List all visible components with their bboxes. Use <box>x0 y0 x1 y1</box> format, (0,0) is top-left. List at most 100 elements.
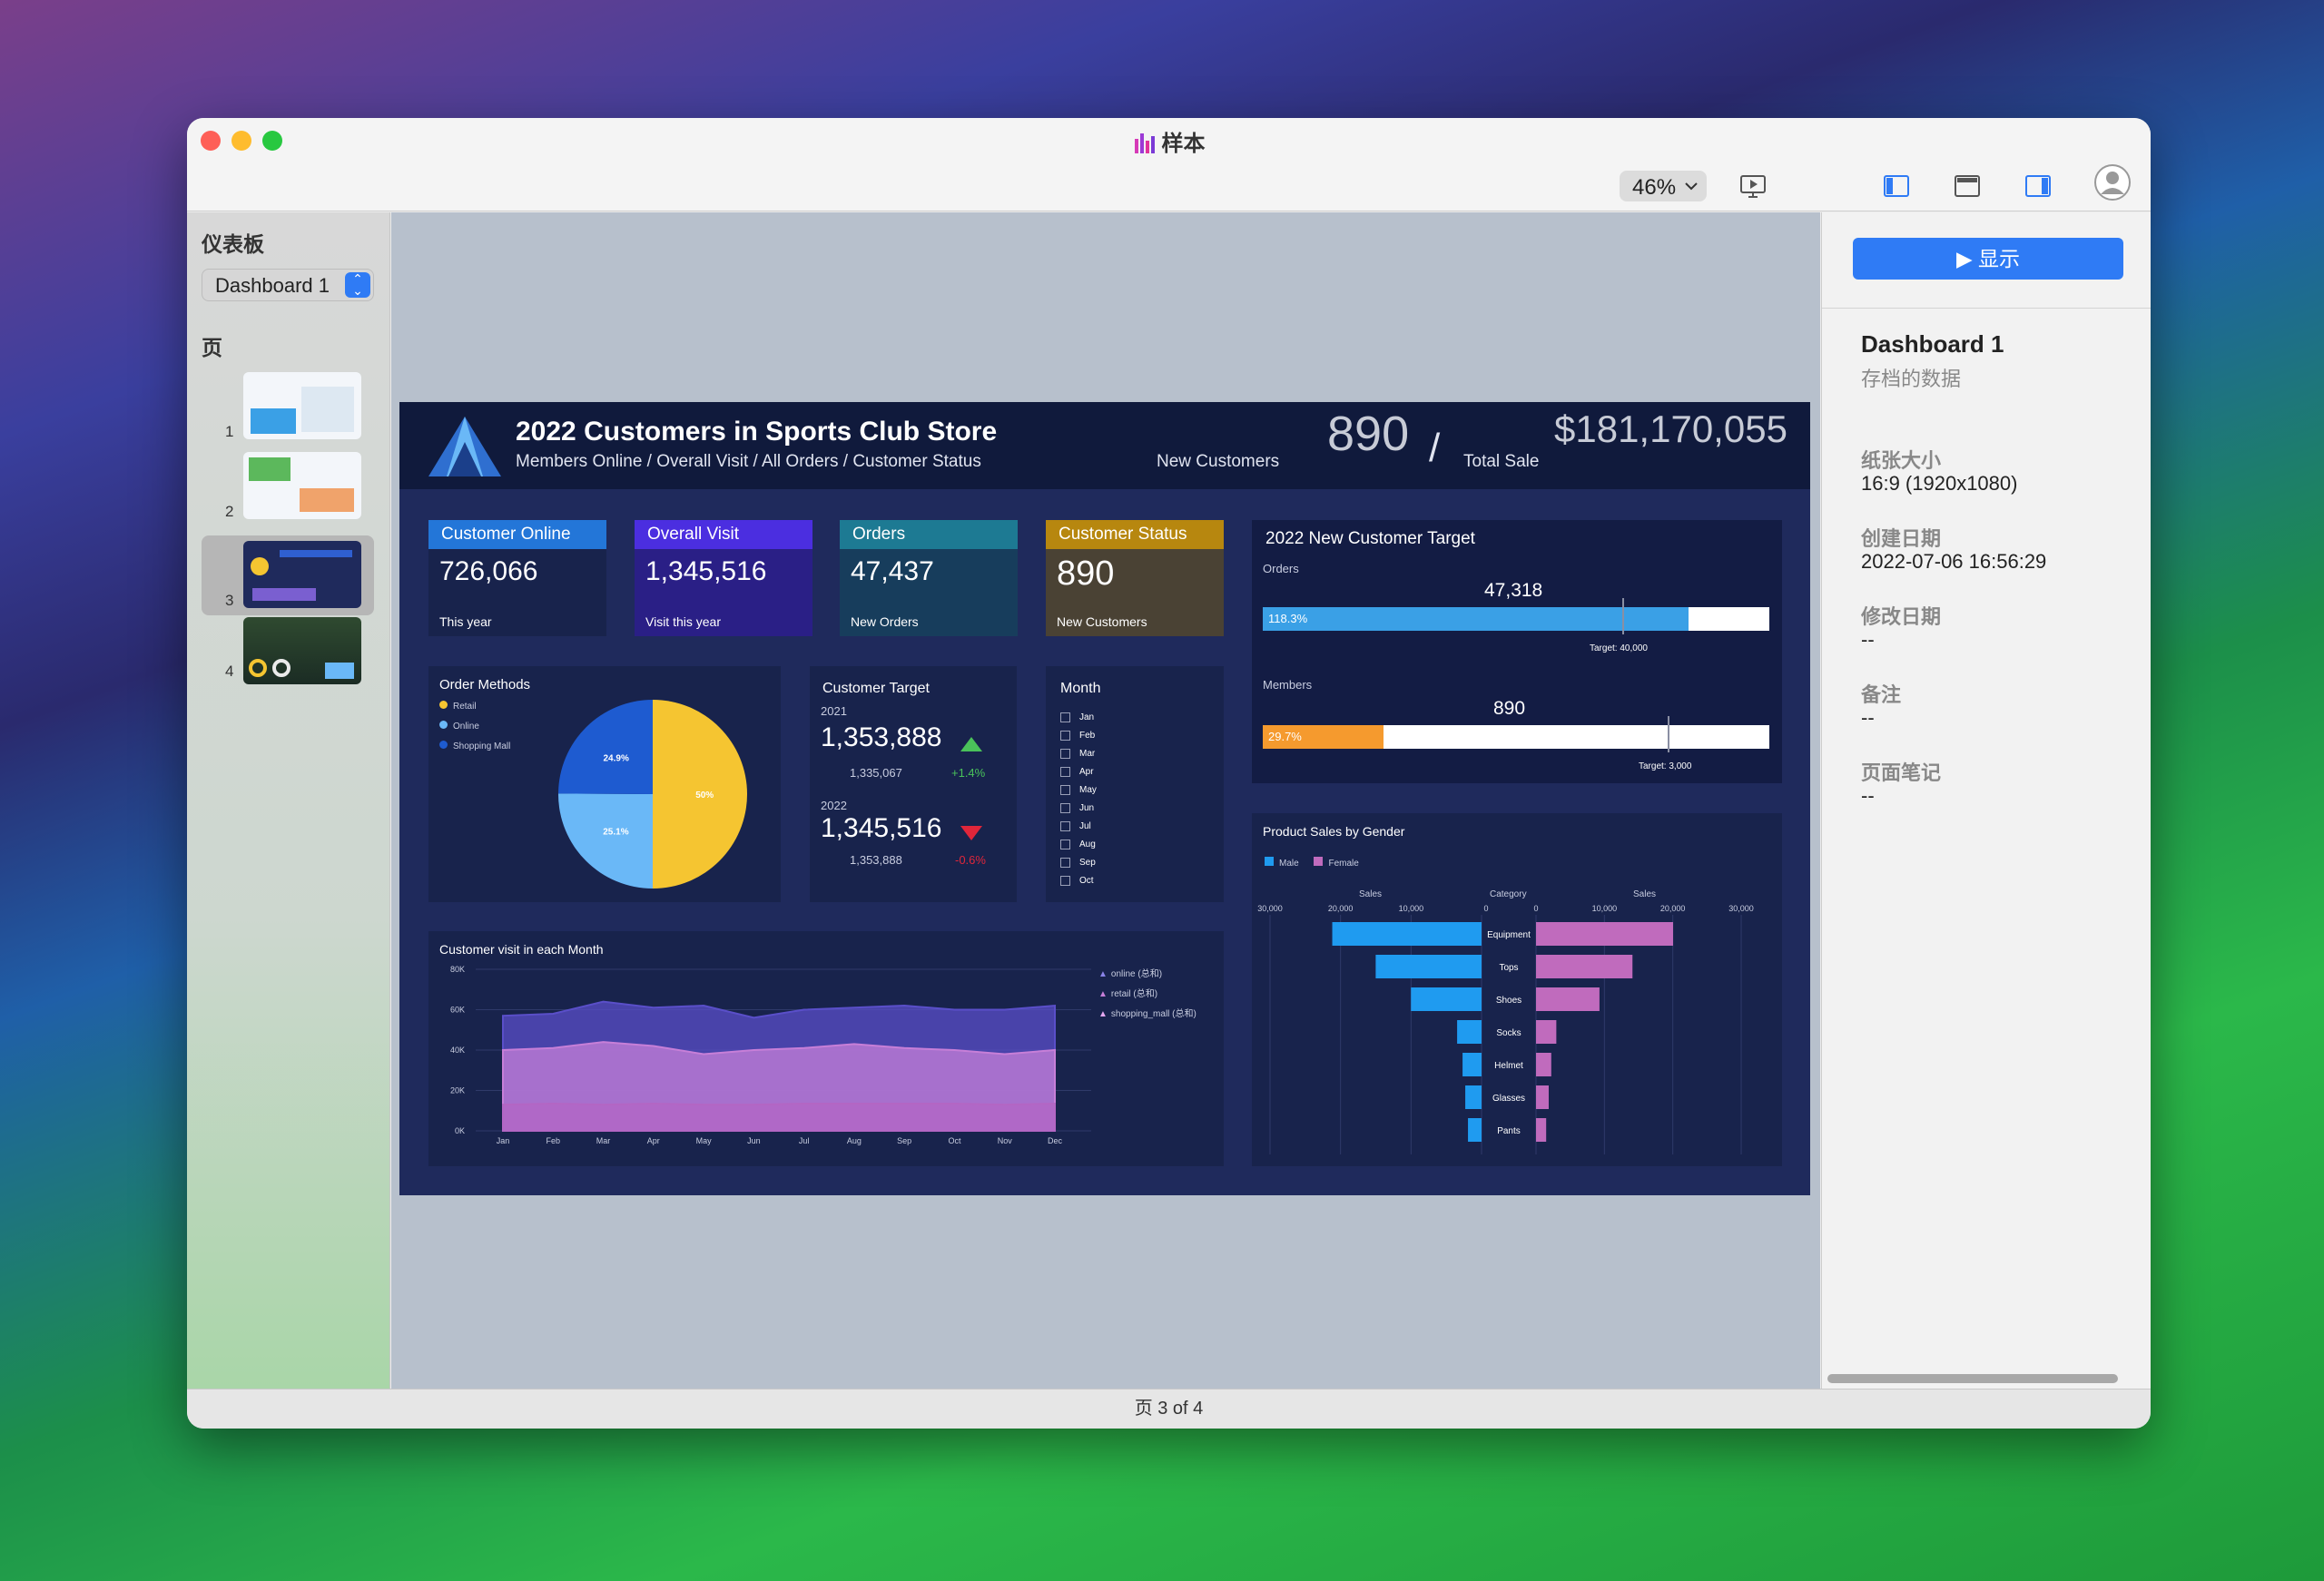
bar-male <box>1411 987 1482 1011</box>
page-number: 2 <box>225 503 234 520</box>
x-tick-label: Sep <box>897 1136 911 1145</box>
x-tick-label: Mar <box>596 1136 611 1145</box>
checkbox[interactable] <box>1060 839 1070 849</box>
members-value: 890 <box>1493 698 1526 719</box>
checkbox[interactable] <box>1060 857 1070 868</box>
compare-2022: 1,353,888 <box>850 853 902 867</box>
bar-female <box>1536 955 1633 978</box>
page-thumbnail <box>243 541 361 608</box>
month-option[interactable]: Mar <box>1060 744 1097 762</box>
total-sale-value: $181,170,055 <box>1554 408 1787 450</box>
present-button[interactable]: ▶ 显示 <box>1853 238 2123 280</box>
page-notes-value: -- <box>1861 784 1875 807</box>
members-label: Members <box>1263 678 1313 692</box>
x-tick-label-male: 10,000 <box>1399 904 1424 913</box>
members-target: Target: 3,000 <box>1639 761 1692 771</box>
x-tick-label-female: 30,000 <box>1728 904 1754 913</box>
orders-value: 47,318 <box>1484 580 1543 601</box>
checkbox[interactable] <box>1060 802 1070 813</box>
sidebar-heading: 仪表板 <box>202 232 264 256</box>
order-methods-card: Order Methods Retail Online Shopping Mal… <box>428 666 781 902</box>
pie-slice-shopping-mall <box>558 700 653 794</box>
value-2022: 1,345,516 <box>821 813 942 843</box>
category-label: Helmet <box>1494 1061 1523 1071</box>
members-target-marker <box>1668 716 1670 752</box>
month-list: Jan Feb Mar Apr May Jun Jul Aug Sep Oct <box>1060 708 1097 889</box>
month-option[interactable]: Jun <box>1060 799 1097 817</box>
product-sales-gender-card: Product Sales by Gender Male Female Sale… <box>1252 813 1782 1166</box>
checkbox[interactable] <box>1060 712 1070 722</box>
kpi-value: 1,345,516 <box>645 556 767 586</box>
pie-slice-label: 24.9% <box>604 753 629 763</box>
month-label: Jan <box>1079 712 1095 722</box>
kpi-value: 890 <box>1057 555 1115 593</box>
month-option[interactable]: Feb <box>1060 726 1097 744</box>
month-label: Feb <box>1079 730 1096 741</box>
x-tick-label: May <box>696 1136 713 1145</box>
dashboard-select[interactable]: Dashboard 1 ⌃ ⌄ <box>202 269 374 301</box>
checkbox[interactable] <box>1060 730 1070 741</box>
checkbox[interactable] <box>1060 766 1070 777</box>
bar-female <box>1536 922 1673 946</box>
month-option[interactable]: May <box>1060 781 1097 799</box>
user-avatar-icon[interactable] <box>2093 163 2132 201</box>
x-tick-label-male: 0 <box>1483 904 1488 913</box>
page-thumb-3[interactable]: 3 <box>202 535 374 615</box>
page-thumbnail <box>243 617 361 684</box>
total-sale-label: Total Sale <box>1463 452 1540 471</box>
month-label: Oct <box>1079 875 1094 886</box>
zoom-value: 46% <box>1632 175 1677 200</box>
checkbox[interactable] <box>1060 875 1070 886</box>
left-sidebar-toggle-icon[interactable] <box>1883 172 1910 200</box>
modified-label: 修改日期 <box>1861 605 1942 628</box>
kpi-subtitle: New Orders <box>851 614 919 629</box>
top-panel-toggle-icon[interactable] <box>1954 172 1981 200</box>
compare-2021: 1,335,067 <box>850 766 902 780</box>
month-option[interactable]: Aug <box>1060 835 1097 853</box>
zoom-select[interactable]: 46% <box>1620 171 1707 201</box>
checkbox[interactable] <box>1060 820 1070 831</box>
legend-item-online: Online <box>439 721 510 741</box>
x-tick-label-female: 10,000 <box>1592 904 1618 913</box>
orders-progress-fill <box>1263 607 1689 631</box>
product-sales-bar-chart: 30,000 20,000 10,000 0 0 10,000 20,000 30,000 Eq… <box>1257 904 1754 1154</box>
dashboard-name: Dashboard 1 <box>1861 330 2004 358</box>
paper-size-label: 纸张大小 <box>1861 449 1942 472</box>
category-label: Shoes <box>1496 996 1521 1006</box>
month-option[interactable]: Jan <box>1060 708 1097 726</box>
kpi-value: 726,066 <box>439 556 538 586</box>
customer-target-title: Customer Target <box>822 681 930 696</box>
bar-female <box>1536 987 1600 1011</box>
month-option[interactable]: Sep <box>1060 853 1097 871</box>
x-tick-label-female: 0 <box>1533 904 1538 913</box>
category-label: Pants <box>1497 1126 1521 1136</box>
title-bar: 样本 46% <box>187 118 2151 211</box>
kpi-subtitle: New Customers <box>1057 614 1147 629</box>
month-option[interactable]: Jul <box>1060 817 1097 835</box>
right-sidebar-toggle-icon[interactable] <box>2024 172 2052 200</box>
checkbox[interactable] <box>1060 748 1070 759</box>
month-option[interactable]: Oct <box>1060 871 1097 889</box>
modified-value: -- <box>1861 628 1875 651</box>
legend-item-retail: Retail <box>439 701 510 721</box>
year-2021: 2021 <box>821 704 847 718</box>
kpi-customer-status: Customer Status 890 New Customers <box>1046 520 1224 636</box>
legend-item-shopping-mall: ▲ shopping_mall (总和) <box>1098 1009 1196 1019</box>
down-arrow-icon <box>960 826 982 840</box>
dashboard-subtitle: Members Online / Overall Visit / All Ord… <box>516 452 981 471</box>
horizontal-scrollbar[interactable] <box>1827 1374 2118 1383</box>
checkbox[interactable] <box>1060 784 1070 795</box>
pie-legend: Retail Online Shopping Mall <box>439 701 510 761</box>
month-option[interactable]: Apr <box>1060 762 1097 781</box>
kpi-value: 47,437 <box>851 556 934 586</box>
x-tick-label: Dec <box>1048 1136 1063 1145</box>
month-label: Sep <box>1079 857 1096 868</box>
play-slideshow-icon[interactable] <box>1739 172 1767 200</box>
year-2022: 2022 <box>821 799 847 812</box>
legend-label: online (总和) <box>1110 969 1163 979</box>
window-title: 样本 <box>187 125 2151 157</box>
legend-label: Shopping Mall <box>453 741 511 751</box>
y-tick-label: 20K <box>450 1086 465 1095</box>
area-legend: ▲ online (总和) ▲ retail (总和) ▲ shopping_mall… <box>1098 966 1196 1026</box>
new-customers-label: New Customers <box>1157 452 1280 471</box>
